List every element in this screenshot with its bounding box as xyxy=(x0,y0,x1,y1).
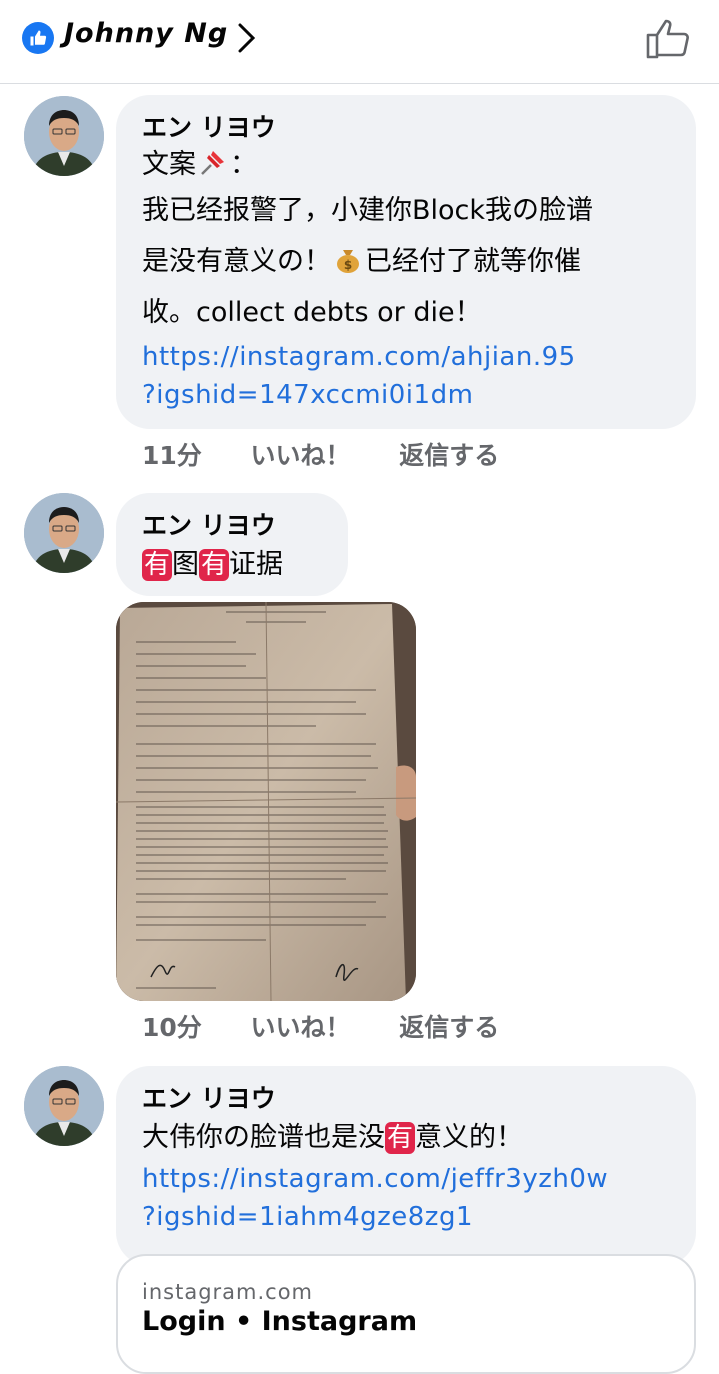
pushpin-emoji xyxy=(201,151,224,175)
like-badge-icon xyxy=(22,22,54,54)
comment-text-line: 是没有意义の！ $ 已经付了就等你催 xyxy=(142,246,581,277)
avatar[interactable] xyxy=(24,1066,104,1146)
reply-link[interactable]: 返信する xyxy=(399,441,499,470)
police-report-photo[interactable] xyxy=(116,602,416,1001)
money-bag-emoji: $ xyxy=(337,250,359,273)
like-link[interactable]: いいね！ xyxy=(251,1013,351,1042)
comment-actions: 11分 いいね！ 返信する xyxy=(142,436,539,472)
red-badge: 有 xyxy=(385,1122,416,1154)
reply-link[interactable]: 返信する xyxy=(399,1013,499,1042)
comment-text-line: 收。collect debts or die！ xyxy=(142,297,482,328)
comment-text-line: 我已经报警了，小建你Block我の脸谱 xyxy=(142,195,594,226)
link-preview-card[interactable]: instagram.com Login • Instagram xyxy=(116,1254,696,1374)
comment-link[interactable]: https://instagram.com/ahjian.95 xyxy=(142,338,670,376)
comment-actions: 10分 いいね！ 返信する xyxy=(142,1008,539,1044)
preview-title[interactable]: Login • Instagram xyxy=(142,1306,417,1337)
preview-domain: instagram.com xyxy=(142,1280,314,1304)
comment-author[interactable]: エン リヨウ xyxy=(142,509,322,543)
comment-text-line: 文案： xyxy=(142,149,257,180)
comment-author[interactable]: エン リヨウ xyxy=(142,1082,670,1116)
comment-bubble[interactable]: エン リヨウ 有图有证据 xyxy=(116,493,348,596)
comment-bubble[interactable]: エン リヨウ 大伟你の脸谱也是没有意义的！ https://instagram.… xyxy=(116,1066,696,1266)
comment-link[interactable]: ?igshid=147xccmi0i1dm xyxy=(142,376,670,414)
red-badge: 有 xyxy=(142,549,173,581)
page-owner-name[interactable]: Johnny Ng xyxy=(64,18,228,49)
comment-text-line: 有图有证据 xyxy=(142,549,284,581)
comment-bubble[interactable]: エン リヨウ 文案： 我已经报警了，小建你Block我の脸谱 是没有意义の！ $ 已… xyxy=(116,95,696,429)
comment-time: 10分 xyxy=(142,1013,202,1042)
avatar[interactable] xyxy=(24,493,104,573)
comment-link[interactable]: ?igshid=1iahm4gze8zg1 xyxy=(142,1198,670,1236)
comment-text-line: 大伟你の脸谱也是没有意义的！ xyxy=(142,1122,524,1154)
red-badge: 有 xyxy=(199,549,230,581)
avatar[interactable] xyxy=(24,96,104,176)
chevron-right-icon[interactable] xyxy=(236,22,258,58)
comment-time: 11分 xyxy=(142,441,202,470)
thumbs-up-icon[interactable] xyxy=(645,17,691,63)
svg-text:$: $ xyxy=(344,258,352,272)
comment-author[interactable]: エン リヨウ xyxy=(142,111,670,145)
comment-link[interactable]: https://instagram.com/jeffr3yzh0w xyxy=(142,1160,670,1198)
like-link[interactable]: いいね！ xyxy=(251,441,351,470)
top-bar: Johnny Ng xyxy=(0,0,719,84)
